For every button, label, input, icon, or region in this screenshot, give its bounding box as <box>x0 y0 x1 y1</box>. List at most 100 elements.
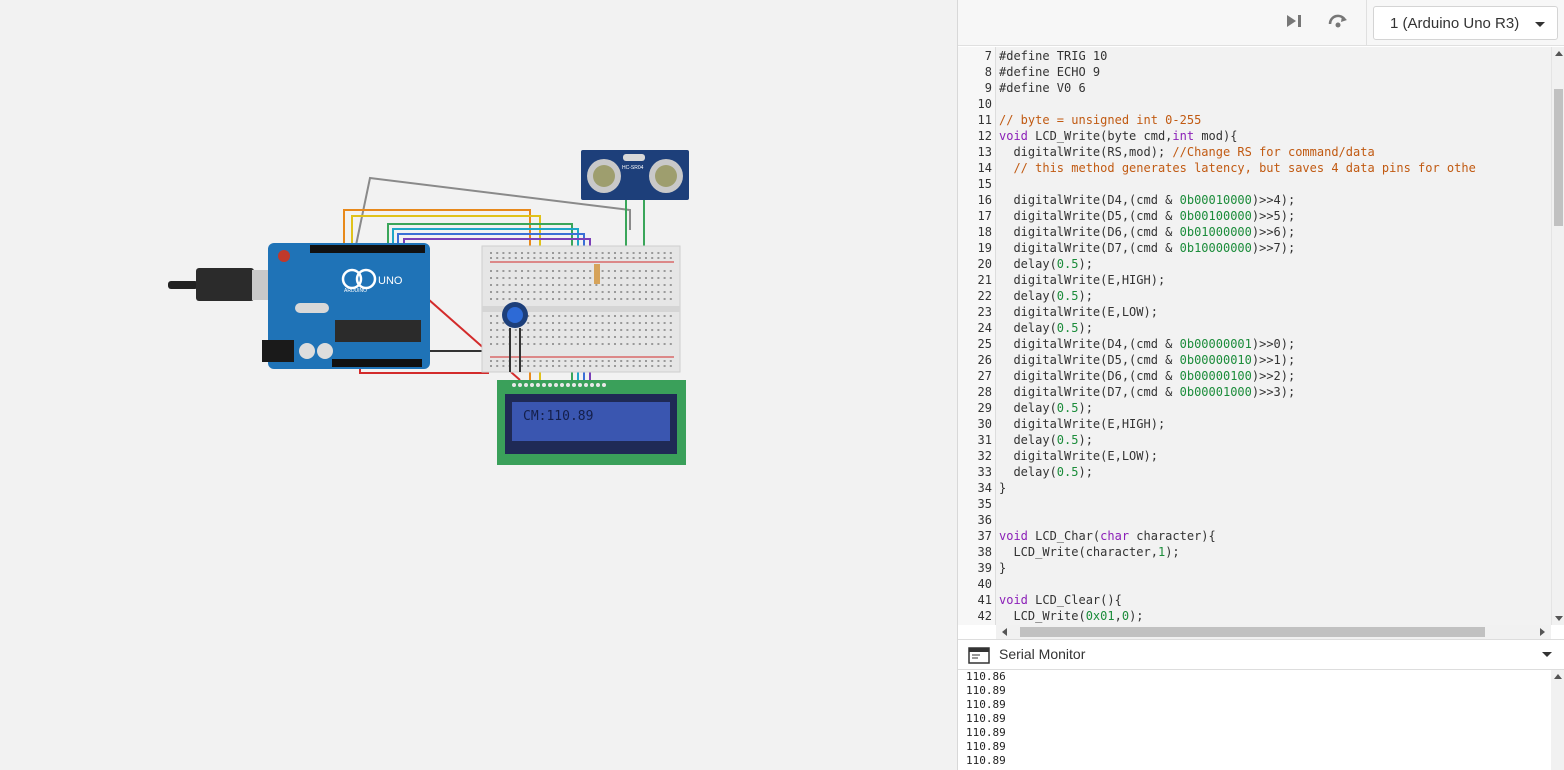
line-number: 28 <box>977 385 992 399</box>
line-number: 13 <box>977 145 992 159</box>
code-token: 0.5 <box>1056 465 1079 479</box>
code-line: digitalWrite(D6,(cmd & 0b00000100)>>2); <box>999 368 1295 384</box>
step-button[interactable] <box>1281 10 1307 36</box>
line-number: 37 <box>977 529 992 543</box>
code-token: 0b00000010 <box>1179 353 1252 367</box>
serial-output-line: 110.89 <box>966 712 1006 725</box>
line-number: 32 <box>977 449 992 463</box>
arduino-model-label: UNO <box>378 275 403 287</box>
code-line: digitalWrite(E,HIGH); <box>999 416 1165 432</box>
board-select-value: 1 (Arduino Uno R3) <box>1390 14 1520 32</box>
code-line: void LCD_Char(char character){ <box>999 528 1216 544</box>
code-token: digitalWrite(E,HIGH); <box>999 273 1166 287</box>
code-line: #define ECHO 9 <box>999 64 1100 80</box>
line-number: 29 <box>977 401 992 415</box>
terminal-icon <box>968 647 990 669</box>
code-token: LCD_Clear(){ <box>1027 593 1122 607</box>
code-token: digitalWrite(D6,(cmd & <box>999 225 1180 239</box>
line-number: 24 <box>977 321 992 335</box>
code-token: delay( <box>999 401 1057 415</box>
code-token: ); <box>1078 321 1093 335</box>
scroll-left-icon[interactable] <box>1002 628 1007 636</box>
code-line: digitalWrite(D7,(cmd & 0b10000000)>>7); <box>999 240 1295 256</box>
line-number: 23 <box>977 305 992 319</box>
code-token: 0.5 <box>1056 433 1079 447</box>
line-number: 31 <box>977 433 992 447</box>
board-select[interactable]: 1 (Arduino Uno R3) <box>1373 6 1558 40</box>
arduino-uno[interactable]: UNO ARDUINO <box>262 243 430 369</box>
sensor-model-label: HC-SR04 <box>622 165 644 171</box>
scroll-up-icon[interactable] <box>1555 51 1563 56</box>
code-token: 0.5 <box>1056 257 1079 271</box>
code-line: digitalWrite(RS,mod); //Change RS for co… <box>999 144 1375 160</box>
lcd-display[interactable]: CM:110.89 <box>497 380 686 465</box>
code-token: 0b10000000 <box>1179 241 1252 255</box>
code-token: )>>4); <box>1251 193 1296 207</box>
code-token: #define ECHO 9 <box>999 65 1101 79</box>
editor-toolbar: 1 (Arduino Uno R3) <box>958 0 1564 46</box>
code-token: LCD_Char( <box>1027 529 1101 543</box>
code-line: digitalWrite(D5,(cmd & 0b00000010)>>1); <box>999 352 1295 368</box>
scroll-up-icon[interactable] <box>1554 674 1562 679</box>
serial-monitor-header[interactable]: Serial Monitor <box>958 639 1564 670</box>
serial-scrollbar[interactable] <box>1551 670 1564 770</box>
code-token: //Change RS for command/data <box>1172 145 1375 159</box>
arduino-brand-label: ARDUINO <box>344 288 367 294</box>
code-token: mod){ <box>1194 129 1238 143</box>
line-number: 38 <box>977 545 992 559</box>
code-token: LCD_Write(character, <box>999 545 1158 559</box>
code-token: 0.5 <box>1056 321 1079 335</box>
scroll-right-icon[interactable] <box>1540 628 1545 636</box>
code-line: digitalWrite(E,LOW); <box>999 448 1158 464</box>
scroll-down-icon[interactable] <box>1555 616 1563 621</box>
ultrasonic-sensor[interactable]: HC-SR04 <box>581 150 689 200</box>
code-line: } <box>999 560 1006 576</box>
serial-monitor-title: Serial Monitor <box>999 646 1086 662</box>
code-line: void LCD_Write(byte cmd,int mod){ <box>999 128 1237 144</box>
code-token: int <box>1172 129 1195 143</box>
code-vertical-scrollbar[interactable] <box>1551 47 1564 625</box>
horizontal-scroll-thumb[interactable] <box>1020 627 1485 637</box>
resistor[interactable] <box>594 264 600 284</box>
code-token: delay( <box>999 465 1057 479</box>
code-line: digitalWrite(E,LOW); <box>999 304 1158 320</box>
code-token: 0x01 <box>1085 609 1115 623</box>
code-token: ); <box>1078 433 1093 447</box>
code-token: digitalWrite(D4,(cmd & <box>999 337 1180 351</box>
code-line: digitalWrite(D6,(cmd & 0b01000000)>>6); <box>999 224 1295 240</box>
code-line: delay(0.5); <box>999 256 1093 272</box>
line-number: 25 <box>977 337 992 351</box>
circuit-canvas[interactable]: UNO ARDUINO HC-SR04 CM:110.89 <box>0 0 957 770</box>
vertical-scroll-thumb[interactable] <box>1554 89 1563 226</box>
code-token: digitalWrite(D6,(cmd & <box>999 369 1180 383</box>
line-number: 10 <box>977 97 992 111</box>
code-token: )>>0); <box>1251 337 1296 351</box>
code-token: ); <box>1078 465 1093 479</box>
code-editor[interactable]: 7 8 9 10 11 12 13 14 15 16 17 18 19 20 21 22 23 24 25 26 27 2… <box>958 47 1551 625</box>
chevron-down-icon[interactable] <box>1542 652 1552 657</box>
code-token: LCD_Write(byte cmd, <box>1027 129 1173 143</box>
code-token: 0b00000001 <box>1179 337 1252 351</box>
code-token: ); <box>1078 401 1093 415</box>
code-token: 0b00010000 <box>1179 193 1252 207</box>
code-line: LCD_Write(character,1); <box>999 544 1179 560</box>
code-token: )>>5); <box>1251 209 1296 223</box>
code-token: digitalWrite(D5,(cmd & <box>999 209 1180 223</box>
code-token: 0.5 <box>1056 401 1079 415</box>
line-number: 21 <box>977 273 992 287</box>
code-token: )>>7); <box>1251 241 1296 255</box>
serial-output-line: 110.86 <box>966 670 1006 683</box>
line-number: 15 <box>977 177 992 191</box>
lcd-text: CM:110.89 <box>523 409 593 424</box>
step-over-button[interactable] <box>1325 10 1351 36</box>
code-token: #define V0 6 <box>999 81 1086 95</box>
line-number: 11 <box>977 113 992 127</box>
code-line: delay(0.5); <box>999 320 1093 336</box>
code-horizontal-scrollbar[interactable] <box>996 625 1551 639</box>
code-token: void <box>999 593 1028 607</box>
line-number: 42 <box>977 609 992 623</box>
code-token: #define TRIG 10 <box>999 49 1108 63</box>
code-token: digitalWrite(D4,(cmd & <box>999 193 1180 207</box>
code-token: 0b00000100 <box>1179 369 1252 383</box>
code-panel: 1 (Arduino Uno R3) 7 8 9 10 11 12 13 14 15 16 17 18… <box>957 0 1564 770</box>
